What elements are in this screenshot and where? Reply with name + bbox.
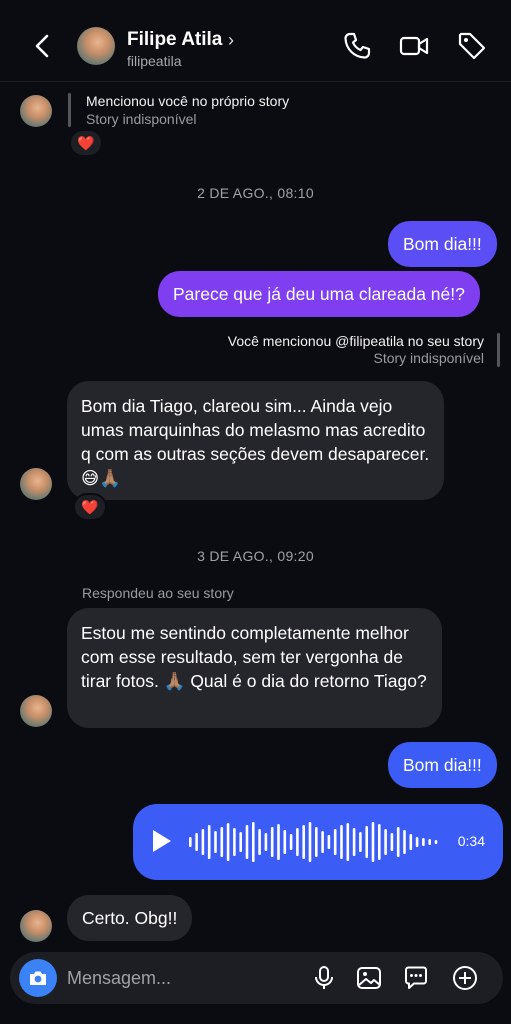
incoming-message[interactable]: Estou me sentindo completamente melhor c… xyxy=(67,608,442,728)
heart-reaction[interactable]: ❤️ xyxy=(69,129,103,157)
message-composer: Mensagem... xyxy=(10,952,503,1004)
story-unavailable-text: Story indisponível xyxy=(373,350,484,366)
story-mention-text: Você mencionou @filipeatila no seu story xyxy=(227,333,484,349)
story-reply-line xyxy=(68,93,71,127)
camera-icon[interactable] xyxy=(19,959,57,997)
microphone-icon[interactable] xyxy=(310,964,338,992)
chevron-right-icon[interactable]: › xyxy=(228,30,234,51)
video-call-icon[interactable] xyxy=(398,30,430,62)
outgoing-message[interactable]: Parece que já deu uma clareada né!? xyxy=(158,271,480,317)
incoming-message[interactable]: Certo. Obg!! xyxy=(67,895,193,941)
contact-username[interactable]: filipeatila xyxy=(127,53,181,69)
phone-icon[interactable] xyxy=(341,30,373,62)
sticker-icon[interactable] xyxy=(402,964,430,992)
outgoing-message[interactable]: Bom dia!!! xyxy=(388,221,497,267)
outgoing-message[interactable]: Bom dia!!! xyxy=(388,742,497,788)
voice-duration: 0:34 xyxy=(457,833,485,849)
timestamp: 2 DE AGO., 08:10 xyxy=(197,185,314,201)
back-arrow-icon[interactable] xyxy=(28,30,56,62)
message-input[interactable]: Mensagem... xyxy=(67,968,171,989)
heart-reaction[interactable]: ❤️ xyxy=(73,493,107,521)
incoming-message[interactable]: Bom dia Tiago, clareou sim... Ainda vejo… xyxy=(67,381,444,500)
audio-waveform[interactable] xyxy=(189,818,449,866)
voice-message[interactable]: 0:34 xyxy=(133,804,503,880)
contact-name[interactable]: Filipe Atila xyxy=(127,29,222,51)
story-reply-line xyxy=(497,333,500,367)
story-unavailable-text: Story indisponível xyxy=(86,111,197,127)
plus-icon[interactable] xyxy=(451,964,479,992)
story-mention-text: Mencionou você no próprio story xyxy=(86,93,290,109)
replied-to-story-label: Respondeu ao seu story xyxy=(82,585,234,601)
chat-header: Filipe Atila › filipeatila xyxy=(0,0,511,82)
contact-avatar-small[interactable] xyxy=(20,468,52,500)
tag-icon[interactable] xyxy=(456,30,488,62)
contact-avatar-small[interactable] xyxy=(20,910,52,942)
contact-avatar[interactable] xyxy=(77,27,115,65)
contact-avatar-small[interactable] xyxy=(20,695,52,727)
contact-avatar-small[interactable] xyxy=(20,95,52,127)
timestamp: 3 DE AGO., 09:20 xyxy=(197,548,314,564)
play-icon[interactable] xyxy=(153,830,171,852)
image-icon[interactable] xyxy=(355,964,383,992)
